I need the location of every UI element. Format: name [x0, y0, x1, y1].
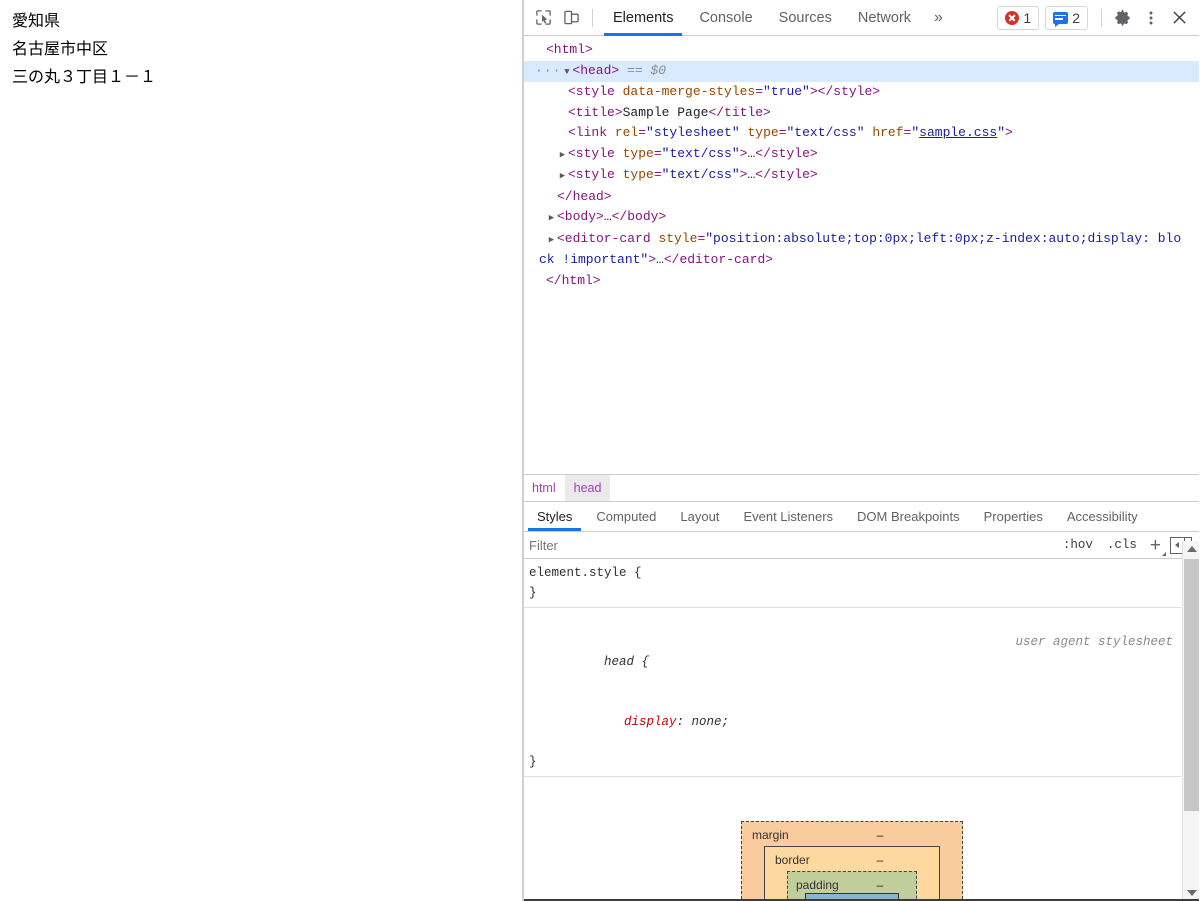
rule-close-brace: } — [529, 586, 537, 600]
dom-tree-row[interactable]: <html> — [523, 40, 1199, 61]
message-icon — [1053, 11, 1069, 27]
tab-styles[interactable]: Styles — [525, 502, 584, 531]
margin-top-value[interactable]: – — [808, 828, 952, 842]
page-text-line-3: 三の丸３丁目１－１ — [12, 69, 157, 86]
rule-selector[interactable]: element.style { — [529, 563, 1173, 583]
box-model-border[interactable]: border – padding – – auto×auto — [764, 846, 940, 901]
scrollbar-thumb[interactable] — [1184, 559, 1199, 811]
dom-tree-row[interactable]: <link rel="stylesheet" type="text/css" h… — [523, 123, 1199, 144]
tab-network[interactable]: Network — [845, 0, 924, 36]
tab-event-listeners[interactable]: Event Listeners — [731, 502, 845, 531]
message-count-badge[interactable]: 2 — [1045, 5, 1088, 30]
error-count-badge[interactable]: 1 — [997, 5, 1040, 30]
message-count-label: 2 — [1072, 9, 1080, 26]
styles-pane-body[interactable]: element.style { } user agent stylesheet … — [523, 559, 1199, 901]
tab-computed[interactable]: Computed — [584, 502, 668, 531]
tab-properties[interactable]: Properties — [972, 502, 1055, 531]
tab-accessibility[interactable]: Accessibility — [1055, 502, 1150, 531]
breadcrumb-item-head[interactable]: head — [564, 475, 611, 501]
styles-pane-scrollbar[interactable] — [1182, 541, 1199, 901]
dom-tree-row[interactable]: ▶ <style type="text/css">…</style> — [523, 144, 1199, 166]
more-tabs-icon[interactable]: » — [924, 0, 953, 36]
devtools-toolbar: Elements Console Sources Network » 1 2 — [523, 0, 1199, 36]
styles-filter-row: :hov .cls + — [523, 532, 1199, 559]
box-model-margin-label: margin — [752, 828, 789, 842]
rule-close-brace: } — [529, 755, 537, 769]
dom-tree-row[interactable]: <title>Sample Page</title> — [523, 103, 1199, 124]
box-model-padding[interactable]: padding – – auto×auto – – — [787, 871, 917, 901]
breadcrumb-item-html[interactable]: html — [523, 475, 565, 501]
device-toolbar-icon[interactable] — [557, 4, 585, 32]
devtools-panel: Elements Console Sources Network » 1 2 <… — [523, 0, 1199, 901]
filter-input[interactable] — [527, 534, 1056, 556]
hov-toggle-button[interactable]: :hov — [1056, 538, 1100, 552]
dom-tree-row[interactable]: ▶ <editor-card style="position:absolute;t… — [523, 229, 1199, 251]
devtools-tabs: Elements Console Sources Network » — [600, 0, 953, 36]
box-model-diagram: margin – border – padding – — [523, 777, 1181, 901]
dom-tree-row[interactable]: ▶ <style type="text/css">…</style> — [523, 165, 1199, 187]
gear-icon[interactable] — [1109, 4, 1137, 32]
box-model-margin[interactable]: margin – border – padding – — [741, 821, 963, 901]
style-rule-head[interactable]: user agent stylesheet head { display: no… — [523, 608, 1181, 777]
declaration-value[interactable]: none; — [684, 715, 730, 729]
styles-pane-tabs: Styles Computed Layout Event Listeners D… — [523, 502, 1199, 532]
rule-origin-label[interactable]: user agent stylesheet — [1015, 632, 1173, 652]
tab-console[interactable]: Console — [686, 0, 765, 36]
dom-tree-row[interactable]: ··· ▼ <head> == $0 — [523, 60, 1199, 82]
dom-tree-row[interactable]: </html> — [523, 271, 1199, 292]
dom-tree-row[interactable]: ▶ <body>…</body> — [523, 207, 1199, 229]
padding-top-value[interactable]: – — [852, 878, 908, 892]
tab-sources[interactable]: Sources — [766, 0, 845, 36]
box-model-border-label: border — [775, 853, 810, 867]
scroll-up-arrow-icon[interactable] — [1183, 541, 1200, 557]
tab-layout[interactable]: Layout — [668, 502, 731, 531]
toolbar-divider-2 — [1101, 8, 1102, 27]
cls-toggle-button[interactable]: .cls — [1100, 538, 1144, 552]
dom-tree-row[interactable]: <style data-merge-styles="true"></style> — [523, 82, 1199, 103]
dom-tree-row[interactable]: ck !important">…</editor-card> — [523, 250, 1199, 271]
breadcrumb: html head — [523, 475, 1199, 502]
tab-elements[interactable]: Elements — [600, 0, 686, 36]
close-icon[interactable] — [1165, 4, 1193, 32]
rendered-page-viewport: 愛知県 名古屋市中区 三の丸３丁目１－１ — [0, 0, 523, 901]
error-count-label: 1 — [1023, 9, 1032, 26]
dom-tree-panel[interactable]: <html> ··· ▼ <head> == $0 <style data-merge-… — [523, 36, 1199, 475]
kebab-menu-icon[interactable] — [1137, 4, 1165, 32]
border-top-value[interactable]: – — [831, 853, 929, 867]
devtools-window: 愛知県 名古屋市中区 三の丸３丁目１－１ Elements Console So… — [0, 0, 1200, 901]
error-icon — [1005, 10, 1020, 25]
declaration-row[interactable]: display: none; — [529, 692, 1173, 752]
declaration-name[interactable]: display — [604, 715, 677, 729]
page-content: 愛知県 名古屋市中区 三の丸３丁目１－１ — [0, 0, 522, 92]
toolbar-divider — [592, 8, 593, 27]
rule-selector[interactable]: head { — [604, 655, 649, 669]
box-model-padding-label: padding — [796, 878, 839, 892]
style-rule-element-style[interactable]: element.style { } — [523, 559, 1181, 608]
inspect-cursor-icon[interactable] — [529, 4, 557, 32]
page-text-line-2: 名古屋市中区 — [12, 41, 109, 58]
dom-tree-row[interactable]: </head> — [523, 187, 1199, 208]
tab-dom-breakpoints[interactable]: DOM Breakpoints — [845, 502, 972, 531]
toolbar-right-group: 1 2 — [997, 4, 1195, 32]
new-style-rule-button[interactable]: + — [1144, 536, 1167, 556]
page-text-line-1: 愛知県 — [12, 13, 61, 30]
